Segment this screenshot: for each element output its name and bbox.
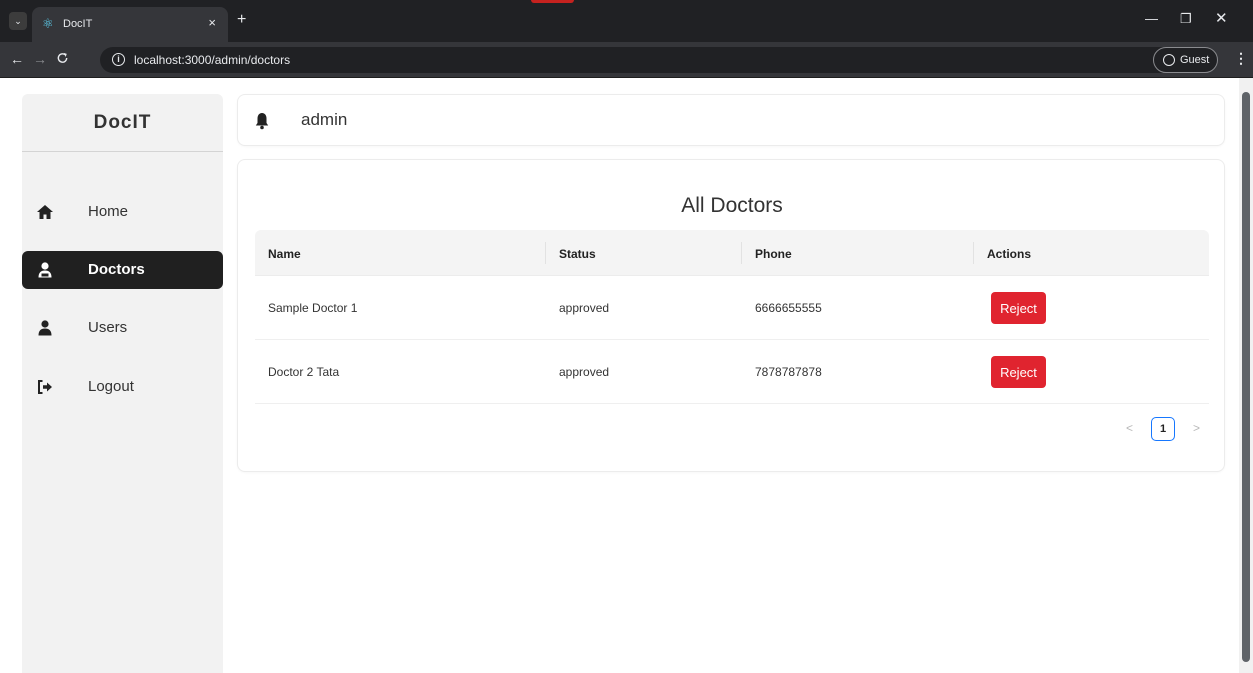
profile-icon: [1163, 54, 1175, 66]
table-row: Sample Doctor 1 approved 6666655555 Reje…: [255, 276, 1209, 340]
site-info-icon[interactable]: i: [112, 53, 125, 66]
sidebar-item-home[interactable]: Home: [22, 193, 223, 231]
back-icon[interactable]: ←: [10, 51, 24, 67]
home-icon: [37, 205, 53, 219]
new-tab-button[interactable]: +: [237, 11, 246, 29]
sidebar-item-label: Doctors: [88, 261, 145, 278]
profile-label: Guest: [1180, 54, 1210, 66]
doctor-status-cell: approved: [559, 301, 610, 315]
sidebar-item-users[interactable]: Users: [22, 309, 223, 347]
page-scrollbar[interactable]: [1239, 78, 1253, 673]
column-divider: [973, 242, 974, 264]
browser-tab-strip: ⌄ ⚛ DocIT × + — ❐ ✕: [0, 0, 1253, 42]
reload-arrow-icon: [57, 52, 68, 63]
page-title: All Doctors: [681, 194, 783, 217]
previous-page-icon[interactable]: <: [1126, 421, 1133, 435]
sidebar-item-doctors[interactable]: Doctors: [22, 251, 223, 289]
next-page-icon[interactable]: >: [1193, 421, 1200, 435]
forward-icon[interactable]: →: [33, 51, 47, 67]
table-row: Doctor 2 Tata approved 7878787878 Reject: [255, 340, 1209, 404]
doctor-phone-cell: 6666655555: [755, 301, 822, 315]
browser-toolbar: ← → i localhost:3000/admin/doctors Guest…: [0, 42, 1253, 78]
column-header-status[interactable]: Status: [559, 247, 596, 261]
tab-search-button[interactable]: ⌄: [9, 12, 27, 30]
logout-icon: [38, 380, 52, 394]
doctor-phone-cell: 7878787878: [755, 365, 822, 379]
doctor-name-cell: Sample Doctor 1: [268, 301, 358, 315]
bell-icon[interactable]: [255, 112, 269, 130]
reject-button[interactable]: Reject: [991, 356, 1046, 388]
reload-icon[interactable]: [56, 51, 69, 68]
column-divider: [545, 242, 546, 264]
restore-icon[interactable]: ❐: [1180, 11, 1192, 27]
column-header-phone[interactable]: Phone: [755, 247, 792, 261]
address-bar[interactable]: i localhost:3000/admin/doctors: [100, 47, 1218, 73]
sidebar-item-label: Logout: [88, 378, 134, 395]
url-text[interactable]: localhost:3000/admin/doctors: [134, 53, 290, 67]
sidebar-item-label: Users: [88, 319, 128, 336]
table-header: Name Status Phone Actions: [255, 230, 1209, 276]
sidebar-item-label: Home: [88, 203, 129, 220]
doctors-card: All Doctors Name Status Phone Actions Sa…: [237, 159, 1225, 472]
reject-button[interactable]: Reject: [991, 292, 1046, 324]
column-divider: [741, 242, 742, 264]
scrollbar-thumb[interactable]: [1242, 92, 1250, 662]
page-number-current[interactable]: 1: [1151, 417, 1175, 441]
sidebar: DocIT Home Doctors Users Logout: [22, 94, 223, 673]
tab-close-icon[interactable]: ×: [208, 15, 216, 30]
profile-button[interactable]: Guest: [1153, 47, 1218, 73]
column-header-actions[interactable]: Actions: [987, 247, 1031, 261]
doctor-name-cell: Doctor 2 Tata: [268, 365, 340, 379]
browser-menu-icon[interactable]: ⋮: [1234, 50, 1248, 67]
sidebar-item-logout[interactable]: Logout: [22, 368, 223, 406]
doctor-status-cell: approved: [559, 365, 610, 379]
browser-tab[interactable]: ⚛ DocIT ×: [32, 7, 228, 42]
pagination: < 1 >: [238, 417, 1226, 441]
tab-title: DocIT: [63, 18, 93, 30]
recording-indicator: [531, 0, 574, 3]
top-header: admin: [237, 94, 1225, 146]
react-favicon-icon: ⚛: [42, 16, 54, 31]
column-header-name[interactable]: Name: [268, 247, 301, 261]
user-icon: [38, 320, 52, 336]
doctor-icon: [38, 262, 52, 278]
username[interactable]: admin: [301, 110, 347, 130]
minimize-icon[interactable]: —: [1145, 11, 1158, 26]
close-window-icon[interactable]: ✕: [1215, 9, 1228, 27]
sidebar-divider: [22, 151, 223, 152]
doctors-table: Name Status Phone Actions Sample Doctor …: [255, 230, 1209, 404]
brand-logo: DocIT: [93, 112, 152, 133]
